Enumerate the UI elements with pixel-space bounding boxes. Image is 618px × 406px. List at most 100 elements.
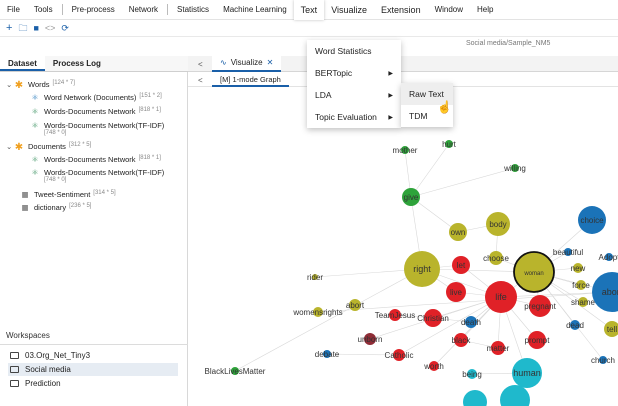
tree-count: [312 * 5] bbox=[68, 142, 92, 148]
graph-node-label: being bbox=[462, 370, 482, 379]
line-chart-icon: ∿ bbox=[220, 58, 227, 67]
graph-edge bbox=[410, 167, 516, 198]
graph-node-label: debate bbox=[315, 350, 340, 359]
caret-down-icon[interactable]: ⌄ bbox=[6, 142, 14, 151]
menu-help[interactable]: Help bbox=[470, 0, 500, 20]
graph-node-label: live bbox=[450, 288, 463, 297]
tree-count: [151 * 2] bbox=[139, 93, 162, 99]
tab-dataset[interactable]: Dataset bbox=[0, 56, 45, 71]
menu-text[interactable]: Text bbox=[293, 0, 325, 20]
graph-node-label: willing bbox=[503, 164, 526, 173]
menu-item-lda[interactable]: LDA ▶ bbox=[307, 84, 401, 106]
folder-icon bbox=[10, 352, 19, 359]
folder-icon bbox=[10, 366, 19, 373]
menu-extension[interactable]: Extension bbox=[374, 0, 428, 20]
tree-count: [236 * 5] bbox=[69, 203, 92, 209]
graph-node-label: pregnant bbox=[524, 302, 556, 311]
graph-node-label: matter bbox=[487, 344, 510, 353]
folder-icon[interactable]: 🗀 bbox=[18, 20, 27, 37]
tab-label: Visualize bbox=[230, 58, 263, 67]
tree-count: [818 * 1] bbox=[138, 155, 161, 161]
tab-visualize[interactable]: ∿ Visualize ✕ bbox=[212, 55, 282, 72]
workspace-label: Prediction bbox=[25, 379, 61, 388]
menu-item-bertopic[interactable]: BERTopic ▶ bbox=[307, 62, 401, 84]
graph-node-label: prompt bbox=[525, 336, 551, 345]
tree-item-tweet-sentiment[interactable]: ▦ Tweet-Sentiment [314 * 5] bbox=[20, 190, 115, 199]
chevron-left-icon[interactable]: < bbox=[198, 60, 203, 69]
menu-item-word-statistics[interactable]: Word Statistics bbox=[307, 40, 401, 62]
graph-node-label: tell bbox=[607, 325, 617, 334]
tree-item-words[interactable]: ⌄ ✱ Words [124 * 7] bbox=[6, 80, 75, 91]
graph-node-label: own bbox=[451, 228, 466, 237]
menu-item-label: TDM bbox=[409, 111, 428, 121]
tree-label: Words-Documents Network bbox=[44, 107, 136, 116]
chevron-left-icon[interactable]: < bbox=[198, 76, 203, 85]
menu-preprocess[interactable]: Pre-process bbox=[65, 0, 122, 20]
plus-icon[interactable]: + bbox=[6, 20, 12, 37]
chevron-right-icon: ▶ bbox=[388, 92, 393, 99]
refresh-icon[interactable]: ⟳ bbox=[61, 20, 69, 37]
graph-node-label: right bbox=[413, 264, 431, 274]
workspace-label: 03.Org_Net_Tiny3 bbox=[25, 351, 91, 360]
graph-node-label: BlackLivesMatter bbox=[205, 367, 266, 376]
network-graph[interactable]: mother hurt willing give own body choice choose… bbox=[190, 88, 618, 406]
tree-item-words-documents-tfidf-2[interactable]: ⚛ Words-Documents Network(TF-IDF) [748 *… bbox=[30, 168, 165, 183]
tree-count: [124 * 7] bbox=[52, 80, 75, 86]
graph-node[interactable] bbox=[500, 385, 530, 406]
menu-network[interactable]: Network bbox=[122, 0, 165, 20]
graph-node-label: abort bbox=[346, 301, 365, 310]
network-icon: ⚛ bbox=[31, 107, 39, 116]
menu-item-label: Word Statistics bbox=[315, 46, 372, 56]
save-icon[interactable]: ■ bbox=[33, 20, 38, 37]
menu-file[interactable]: File bbox=[0, 0, 27, 20]
graph-node-label: Christian bbox=[417, 314, 449, 323]
tree-item-words-documents[interactable]: ⚛ Words-Documents Network [818 * 1] bbox=[30, 107, 161, 116]
tree-count: [748 * 0] bbox=[44, 177, 67, 183]
workspace-item[interactable]: Prediction bbox=[8, 377, 178, 390]
menu-divider bbox=[167, 4, 169, 15]
caret-down-icon[interactable]: ⌄ bbox=[6, 80, 14, 89]
workspaces-title: Workspaces bbox=[6, 331, 50, 340]
menu-item-topic-evaluation[interactable]: Topic Evaluation ▶ bbox=[307, 106, 401, 128]
toolbar: + 🗀 ■ <> ⟳ bbox=[0, 20, 618, 37]
graph-node-label: worth bbox=[423, 362, 444, 371]
workspace-item[interactable]: 03.Org_Net_Tiny3 bbox=[8, 349, 178, 362]
tree-item-words-documents-tfidf[interactable]: ⚛ Words-Documents Network(TF-IDF) [748 *… bbox=[30, 121, 165, 136]
graph-node-label: let bbox=[457, 261, 466, 270]
hand-cursor-icon: ☝ bbox=[437, 100, 452, 114]
menu-item-label: LDA bbox=[315, 90, 332, 100]
graph-node-label: abort bbox=[602, 287, 618, 297]
tree-label: Documents bbox=[28, 142, 66, 151]
tree-label: Words-Documents Network(TF-IDF) bbox=[44, 121, 165, 130]
tree-label: dictionary bbox=[34, 203, 67, 212]
table-icon: ✱ bbox=[14, 142, 24, 153]
graph-node-label: woman bbox=[523, 271, 543, 277]
menu-statistics[interactable]: Statistics bbox=[170, 0, 216, 20]
tree-item-documents[interactable]: ⌄ ✱ Documents [312 * 5] bbox=[6, 142, 91, 153]
tree-item-dictionary[interactable]: ▦ dictionary [236 * 5] bbox=[20, 203, 91, 212]
menu-visualize[interactable]: Visualize bbox=[324, 0, 374, 20]
tree-label: Words-Documents Network(TF-IDF) bbox=[44, 168, 165, 177]
workspace-item[interactable]: Social media bbox=[8, 363, 178, 376]
tree-item-word-network[interactable]: ⚛ Word Network (Documents) [151 * 2] bbox=[30, 93, 162, 102]
tree-item-words-documents-2[interactable]: ⚛ Words-Documents Network [818 * 1] bbox=[30, 155, 161, 164]
close-icon[interactable]: ✕ bbox=[267, 55, 274, 71]
menu-item-label: Raw Text bbox=[409, 89, 444, 99]
graph-node-label: human bbox=[513, 368, 541, 378]
tab-process-log[interactable]: Process Log bbox=[45, 56, 109, 71]
graph-node-label: choose bbox=[483, 254, 509, 263]
network-icon: ⚛ bbox=[31, 168, 39, 177]
graph-node[interactable] bbox=[463, 390, 487, 406]
code-icon[interactable]: <> bbox=[45, 20, 56, 37]
workspace-label: Social media bbox=[25, 365, 71, 374]
network-icon: ⚛ bbox=[31, 155, 39, 164]
tab-1mode-graph[interactable]: [M] 1-mode Graph bbox=[212, 73, 289, 87]
menu-window[interactable]: Window bbox=[428, 0, 470, 20]
graph-node-label: shame bbox=[571, 298, 596, 307]
menu-machine-learning[interactable]: Machine Learning bbox=[216, 0, 294, 20]
graph-node-label: body bbox=[489, 220, 506, 229]
tree-label: Word Network (Documents) bbox=[44, 93, 137, 102]
graph-node-label: give bbox=[404, 193, 419, 202]
graph-nodes: mother hurt willing give own body choice choose… bbox=[205, 140, 618, 406]
menu-tools[interactable]: Tools bbox=[27, 0, 60, 20]
